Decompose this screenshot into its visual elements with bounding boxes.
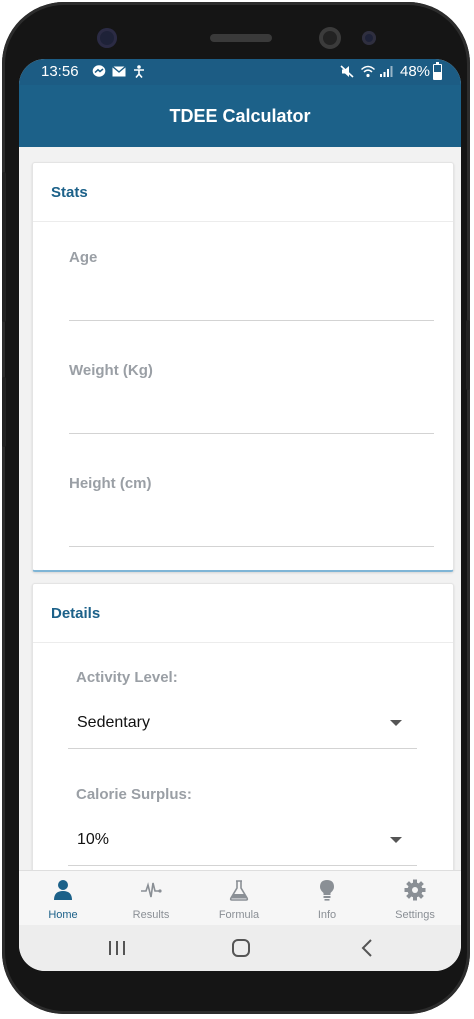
tab-settings-label: Settings: [395, 909, 435, 921]
calorie-surplus-label: Calorie Surplus:: [76, 786, 192, 803]
chevron-down-icon: [390, 837, 402, 843]
accessibility-icon: [134, 65, 144, 78]
messenger-icon: [92, 65, 106, 77]
tab-info[interactable]: Info: [283, 871, 371, 925]
tab-formula-label: Formula: [218, 909, 260, 921]
volume-button: [2, 172, 6, 322]
tab-formula[interactable]: Formula: [195, 871, 283, 925]
chevron-down-icon: [390, 720, 402, 726]
stats-header: Stats: [51, 184, 88, 201]
calorie-surplus-underline: [68, 865, 417, 866]
activity-level-select[interactable]: Sedentary: [68, 702, 417, 748]
tab-home-label: Home: [48, 909, 78, 921]
app-bar: TDEE Calculator: [19, 85, 461, 147]
earpiece-speaker: [210, 34, 272, 42]
activity-level-underline: [68, 748, 417, 749]
stats-card-header: Stats: [33, 163, 453, 222]
front-camera: [97, 28, 117, 48]
age-input[interactable]: [69, 281, 434, 309]
age-label: Age: [69, 249, 98, 266]
iris-sensor: [319, 27, 341, 49]
weight-underline: [69, 433, 434, 434]
height-underline: [69, 546, 434, 547]
weight-input[interactable]: [69, 394, 434, 422]
details-card: Details Activity Level: Sedentary Calori…: [32, 583, 454, 870]
calorie-surplus-value: 10%: [77, 831, 110, 848]
pulse-icon: [141, 882, 162, 898]
lightbulb-icon: [320, 880, 334, 901]
main-content[interactable]: Stats Age Weight (Kg) Height (cm) Detail…: [19, 147, 461, 870]
recents-icon[interactable]: [97, 933, 137, 963]
battery-percent: 48%: [400, 63, 431, 80]
back-icon[interactable]: [347, 933, 387, 963]
age-underline: [69, 320, 434, 321]
height-label: Height (cm): [69, 475, 152, 492]
tab-info-label: Info: [317, 909, 337, 921]
system-nav-bar: [19, 925, 461, 971]
stats-card: Stats Age Weight (Kg) Height (cm): [32, 162, 454, 572]
wifi-icon: [361, 65, 375, 78]
tab-results[interactable]: Results: [107, 871, 195, 925]
tab-settings[interactable]: Settings: [371, 871, 459, 925]
power-button: [466, 320, 470, 390]
battery-icon: [433, 62, 442, 80]
tab-results-label: Results: [132, 909, 170, 921]
bottom-tab-bar: Home Results Formula Info Settings: [19, 870, 461, 925]
status-time: 13:56: [41, 63, 79, 80]
mute-icon: [340, 65, 354, 78]
signal-icon: [380, 66, 393, 77]
details-card-header: Details: [33, 584, 453, 643]
status-bar: 13:56 48%: [19, 59, 461, 85]
proximity-sensor: [362, 31, 376, 45]
bixby-button: [2, 377, 6, 447]
phone-frame: 13:56 48% TDEE Calculator Stats Age Weig…: [2, 2, 470, 1014]
activity-level-label: Activity Level:: [76, 669, 178, 686]
activity-level-value: Sedentary: [77, 714, 150, 731]
person-icon: [54, 880, 72, 900]
details-header: Details: [51, 605, 101, 622]
flask-icon: [229, 880, 249, 901]
home-icon[interactable]: [221, 933, 261, 963]
page-title: TDEE Calculator: [169, 106, 311, 126]
height-input[interactable]: [69, 507, 434, 535]
weight-label: Weight (Kg): [69, 362, 153, 379]
mail-icon: [112, 65, 126, 77]
gear-icon: [404, 879, 426, 901]
screen: 13:56 48% TDEE Calculator Stats Age Weig…: [19, 59, 461, 971]
tab-home[interactable]: Home: [19, 871, 107, 925]
calorie-surplus-select[interactable]: 10%: [68, 819, 417, 865]
